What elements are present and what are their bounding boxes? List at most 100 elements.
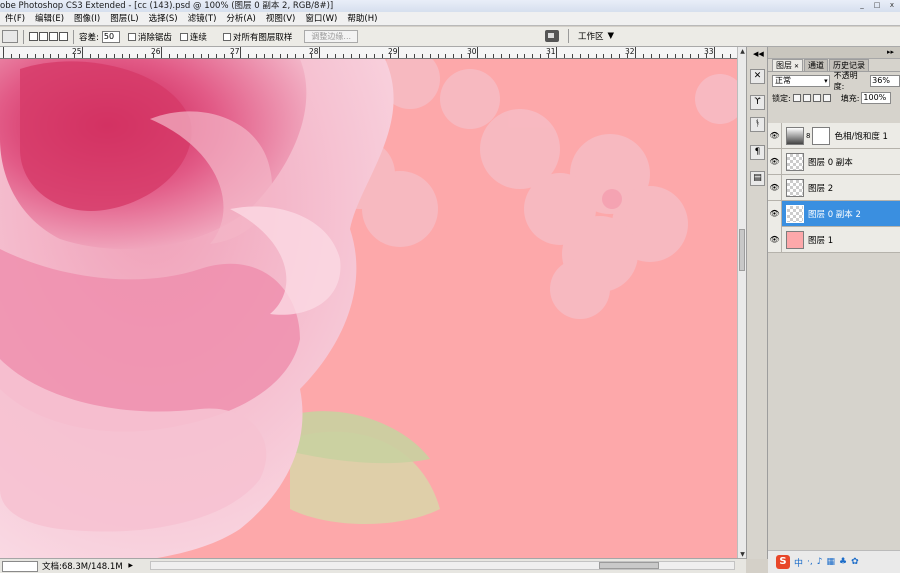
fill-input[interactable]: 100% [861, 92, 892, 104]
add-selection-icon[interactable] [39, 32, 48, 41]
menu-layer[interactable]: 图层(L) [105, 12, 143, 25]
ruler-tick [382, 54, 384, 58]
maximize-button[interactable]: □ [871, 1, 883, 10]
layer-row-layer0-copy[interactable]: 👁 图层 0 副本 [768, 148, 900, 175]
layer-row-layer1[interactable]: 👁 图层 1 [768, 226, 900, 253]
ruler-tick [216, 54, 218, 58]
tolerance-input[interactable] [101, 30, 120, 43]
lock-pixels-icon[interactable] [802, 94, 811, 102]
window-title: obe Photoshop CS3 Extended - [cc (143).p… [0, 1, 334, 11]
scroll-thumb[interactable] [739, 229, 745, 271]
ruler-tick [342, 54, 344, 58]
layers-panel: ▸▸ 图层✕ 通道 历史记录 正常 不透明度: 36% 锁定: 填充: 100%… [768, 47, 900, 559]
menu-help[interactable]: 帮助(H) [342, 12, 382, 25]
horizontal-scrollbar[interactable] [150, 561, 735, 570]
new-selection-icon[interactable] [29, 32, 38, 41]
ruler-tick [153, 54, 155, 58]
microphone-icon[interactable]: ♪ [817, 557, 823, 567]
document-canvas[interactable] [0, 59, 737, 558]
ruler-tick [161, 47, 162, 58]
eye-icon[interactable]: 👁 [768, 122, 782, 149]
ruler-tick [690, 54, 692, 58]
ruler-tick [168, 54, 170, 58]
eye-icon[interactable]: 👁 [768, 226, 782, 253]
collapse-icon[interactable]: ▸▸ [887, 48, 894, 56]
ruler-tick [334, 54, 336, 58]
close-icon[interactable]: ✕ [794, 63, 799, 70]
blend-mode-select[interactable]: 正常 [772, 75, 830, 87]
tool-preset-icon[interactable] [2, 30, 18, 43]
layer-row-layer2[interactable]: 👁 图层 2 [768, 174, 900, 201]
lock-transparency-icon[interactable] [792, 94, 801, 102]
ruler-tick [398, 47, 399, 58]
ruler-tick [603, 54, 605, 58]
menu-view[interactable]: 视图(V) [261, 12, 300, 25]
sample-all-checkbox[interactable]: 对所有图层取样 [222, 31, 292, 43]
lock-label: 锁定: [772, 93, 791, 103]
antialias-label: 消除锯齿 [137, 32, 172, 43]
window-controls: _ □ x [856, 1, 898, 10]
ruler-tick [295, 54, 297, 58]
tab-layers[interactable]: 图层 ✕ [772, 59, 804, 71]
ruler-tick [192, 54, 194, 58]
separator [73, 29, 74, 44]
chevron-down-icon[interactable]: ▼ [608, 31, 615, 41]
contiguous-checkbox[interactable]: 连续 [179, 31, 207, 43]
ime-mode[interactable]: 中 [794, 556, 803, 569]
ruler-tick [200, 54, 202, 58]
punctuation-icon[interactable]: ·, [807, 557, 813, 567]
sogou-logo-icon[interactable]: S [776, 555, 790, 569]
menu-analysis[interactable]: 分析(A) [221, 12, 260, 25]
layer-row-hue-saturation[interactable]: 👁 8 色相/饱和度 1 [768, 122, 900, 149]
paragraph-icon[interactable]: ¶ [750, 145, 765, 160]
lock-all-icon[interactable] [822, 94, 831, 102]
document-size: 文档:68.3M/148.1M [42, 562, 123, 572]
eye-icon[interactable]: 👁 [768, 174, 782, 201]
checkbox-icon[interactable] [222, 32, 231, 41]
keyboard-icon[interactable]: ▦ [827, 557, 836, 567]
menu-window[interactable]: 窗口(W) [300, 12, 342, 25]
ruler-tick [319, 47, 320, 58]
scroll-thumb[interactable] [599, 562, 659, 569]
ruler-tick [437, 54, 439, 58]
eye-icon[interactable]: 👁 [768, 148, 782, 175]
adjustment-thumbnail [786, 126, 804, 145]
opacity-input[interactable]: 36% [870, 75, 900, 87]
minimize-button[interactable]: _ [856, 1, 868, 10]
ruler-tick [121, 54, 123, 58]
status-menu-icon[interactable]: ▶ [126, 561, 136, 571]
subtract-selection-icon[interactable] [49, 32, 58, 41]
workspace-icon[interactable] [545, 30, 559, 42]
tools-icon[interactable]: ✿ [851, 557, 859, 567]
tools-icon[interactable]: ✕ [750, 69, 765, 84]
info-icon[interactable]: ▤ [750, 171, 765, 186]
lock-position-icon[interactable] [812, 94, 821, 102]
zoom-field[interactable] [2, 560, 38, 572]
eye-icon[interactable]: 👁 [768, 200, 782, 227]
ruler-tick [635, 47, 636, 58]
skin-icon[interactable]: ♣ [839, 557, 847, 567]
clone-source-icon[interactable]: ᚬ [750, 117, 765, 132]
menu-image[interactable]: 图像(I) [69, 12, 105, 25]
menu-file[interactable]: 件(F) [0, 12, 30, 25]
menu-edit[interactable]: 编辑(E) [30, 12, 69, 25]
checkbox-icon[interactable] [179, 32, 188, 41]
tab-channels[interactable]: 通道 [804, 59, 829, 71]
ruler-tick [208, 54, 210, 58]
refine-edge-button[interactable]: 调整边缘... [304, 30, 359, 43]
close-button[interactable]: x [886, 1, 898, 10]
intersect-selection-icon[interactable] [59, 32, 68, 41]
vertical-scrollbar[interactable]: ▲ ▼ [737, 47, 746, 559]
collapse-icon[interactable]: ◀◀ [753, 50, 764, 58]
antialias-checkbox[interactable]: 消除锯齿 [127, 31, 172, 43]
ruler-tick [421, 54, 423, 58]
layer-row-layer0-copy2[interactable]: 👁 图层 0 副本 2 [768, 200, 900, 227]
checkbox-icon[interactable] [127, 32, 136, 41]
menu-filter[interactable]: 滤镜(T) [183, 12, 222, 25]
layer-thumbnail [786, 152, 804, 171]
layer-name: 图层 1 [808, 235, 834, 246]
brush-icon[interactable]: ϒ [750, 95, 765, 110]
workspace-menu[interactable]: 工作区 [578, 30, 604, 42]
ruler-tick [461, 54, 463, 58]
menu-select[interactable]: 选择(S) [144, 12, 183, 25]
